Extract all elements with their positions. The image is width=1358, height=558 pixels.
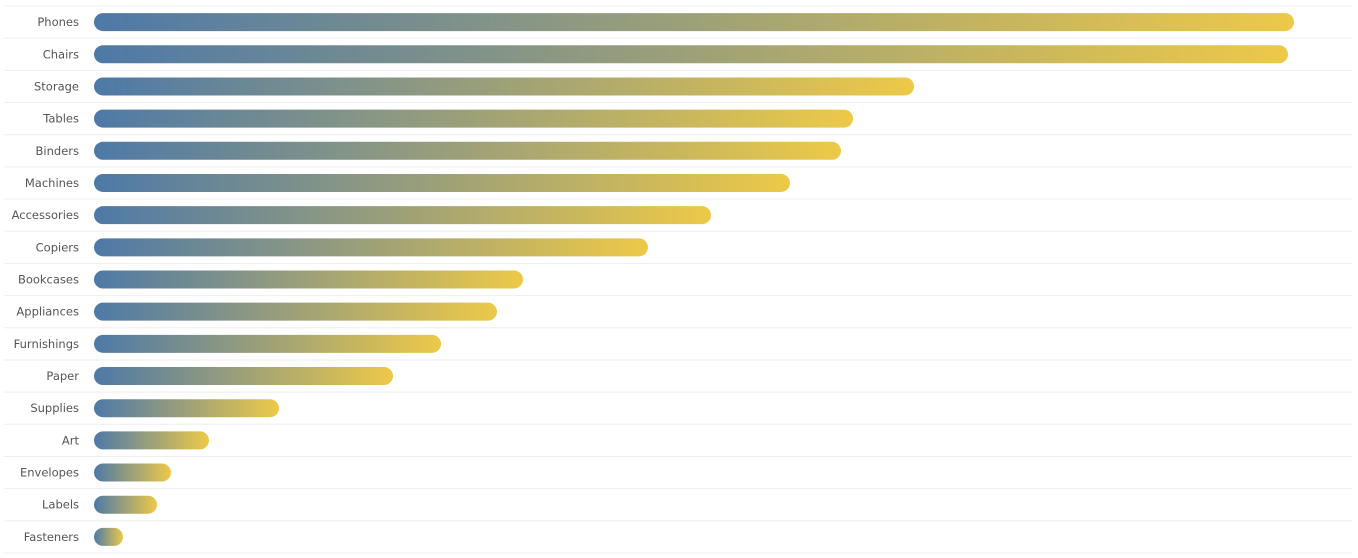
- category-label: Machines: [25, 176, 79, 190]
- category-label: Furnishings: [14, 337, 79, 351]
- category-label: Phones: [37, 15, 79, 29]
- bar-fasteners[interactable]: [94, 527, 123, 546]
- category-label: Labels: [42, 498, 79, 512]
- bar-chairs[interactable]: [94, 45, 1288, 64]
- bar-chart: Phones Chairs Storage Tables Binders Machines…: [4, 5, 1352, 554]
- category-label: Supplies: [30, 401, 79, 415]
- category-label: Chairs: [43, 47, 79, 61]
- category-label: Bookcases: [18, 273, 79, 287]
- bar-copiers[interactable]: [94, 238, 648, 257]
- category-label: Fasteners: [24, 530, 79, 544]
- category-labels: Phones Chairs Storage Tables Binders Machines…: [12, 15, 80, 544]
- category-label: Binders: [36, 144, 79, 158]
- bar-art[interactable]: [94, 431, 209, 450]
- bar-accessories[interactable]: [94, 206, 711, 225]
- bar-paper[interactable]: [94, 367, 393, 386]
- category-label: Appliances: [16, 305, 79, 319]
- bar-supplies[interactable]: [94, 399, 279, 418]
- bar-envelopes[interactable]: [94, 463, 171, 482]
- category-label: Accessories: [12, 208, 79, 222]
- category-label: Copiers: [36, 240, 79, 254]
- bar-storage[interactable]: [94, 77, 914, 96]
- bar-machines[interactable]: [94, 173, 790, 192]
- bar-bookcases[interactable]: [94, 270, 523, 289]
- bar-tables[interactable]: [94, 109, 853, 128]
- category-label: Storage: [34, 79, 79, 93]
- category-label: Tables: [42, 112, 79, 126]
- bar-appliances[interactable]: [94, 302, 497, 321]
- bars: [94, 13, 1294, 546]
- category-label: Envelopes: [20, 466, 79, 480]
- bar-furnishings[interactable]: [94, 334, 441, 353]
- category-label: Paper: [46, 369, 79, 383]
- bar-phones[interactable]: [94, 13, 1294, 32]
- category-label: Art: [62, 433, 80, 447]
- bar-binders[interactable]: [94, 141, 841, 160]
- bar-labels[interactable]: [94, 495, 157, 514]
